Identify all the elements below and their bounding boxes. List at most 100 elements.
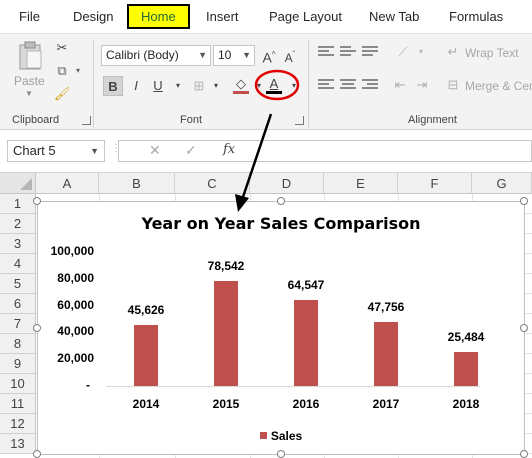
tab-new-tab[interactable]: New Tab: [369, 9, 419, 24]
name-box[interactable]: Chart 5 ▼: [7, 140, 105, 162]
align-left-icon[interactable]: [318, 79, 334, 91]
row-header-10[interactable]: 10: [0, 374, 36, 394]
data-label-2016: 64,547: [287, 277, 325, 292]
resize-handle[interactable]: [277, 450, 285, 458]
x-tick-label-2016: 2016: [292, 397, 320, 411]
tab-page-layout[interactable]: Page Layout: [269, 9, 342, 24]
column-header-f[interactable]: F: [398, 173, 472, 194]
select-all-corner[interactable]: [0, 173, 36, 194]
chevron-down-icon[interactable]: ▾: [284, 76, 304, 96]
cancel-icon[interactable]: ✕: [149, 142, 161, 159]
clipboard-launcher-icon[interactable]: [82, 116, 91, 125]
plot-area[interactable]: 100,000 80,000 60,000 40,000 20,000 - 45,626 20…: [38, 202, 524, 454]
grow-font-button[interactable]: A^: [259, 45, 279, 66]
chevron-down-icon[interactable]: ▾: [411, 42, 431, 62]
row-header-4[interactable]: 4: [0, 254, 36, 274]
column-header-e[interactable]: E: [324, 173, 398, 194]
row-header-2[interactable]: 2: [0, 214, 36, 234]
row-header-11[interactable]: 11: [0, 394, 36, 414]
row-header-9[interactable]: 9: [0, 354, 36, 374]
resize-handle[interactable]: [520, 324, 528, 332]
row-header-6[interactable]: 6: [0, 294, 36, 314]
align-center-icon[interactable]: [340, 79, 356, 91]
font-name-combo[interactable]: Calibri (Body) ▼: [101, 45, 211, 66]
separator: [308, 40, 309, 128]
merge-center-button[interactable]: Merge & Cen: [465, 79, 532, 93]
data-label-2017: 47,756: [367, 300, 405, 314]
bar-2015[interactable]: [214, 280, 238, 386]
shrink-font-button[interactable]: Aˇ: [280, 45, 300, 65]
column-header-a[interactable]: A: [36, 173, 99, 194]
bar-2016[interactable]: [294, 299, 318, 386]
chevron-down-icon[interactable]: ▾: [68, 61, 88, 81]
font-size-combo[interactable]: 10 ▼: [213, 45, 255, 66]
insert-function-button[interactable]: fx: [223, 142, 235, 157]
y-tick-label: 80,000: [57, 270, 94, 285]
alignment-group-label: Alignment: [408, 114, 457, 126]
x-tick-label-2015: 2015: [212, 397, 240, 411]
increase-indent-icon[interactable]: ⇥: [412, 75, 432, 95]
tab-home[interactable]: Home: [127, 4, 190, 29]
data-label-2014: 45,626: [127, 302, 165, 317]
resize-handle[interactable]: [33, 450, 41, 458]
merge-center-icon[interactable]: ⊟: [443, 75, 463, 95]
chevron-down-icon[interactable]: ▼: [90, 146, 99, 156]
font-launcher-icon[interactable]: [295, 116, 304, 125]
font-color-button[interactable]: A: [264, 74, 284, 94]
chevron-down-icon[interactable]: ▾: [206, 76, 226, 96]
confirm-icon[interactable]: ✓: [185, 142, 197, 159]
tab-insert[interactable]: Insert: [206, 9, 239, 24]
align-right-icon[interactable]: [362, 79, 378, 91]
format-painter-icon[interactable]: 🖌: [52, 84, 72, 104]
tab-file[interactable]: File: [19, 9, 40, 24]
row-header-5[interactable]: 5: [0, 274, 36, 294]
column-header-g[interactable]: G: [472, 173, 532, 194]
tab-formulas[interactable]: Formulas: [449, 9, 503, 24]
y-tick-label: 100,000: [50, 244, 94, 258]
resize-handle[interactable]: [520, 197, 528, 205]
row-header-1[interactable]: 1: [0, 194, 36, 214]
italic-button[interactable]: I: [126, 76, 146, 96]
underline-button[interactable]: U: [148, 76, 168, 96]
column-header-c[interactable]: C: [175, 173, 250, 194]
row-header-8[interactable]: 8: [0, 334, 36, 354]
resize-handle[interactable]: [33, 197, 41, 205]
bottom-align-icon[interactable]: [362, 46, 378, 58]
bold-button[interactable]: B: [103, 76, 123, 96]
paste-button[interactable]: Paste ▼: [12, 39, 48, 99]
chevron-down-icon[interactable]: ▾: [168, 76, 188, 96]
row-header-12[interactable]: 12: [0, 414, 36, 434]
decrease-indent-icon[interactable]: ⇤: [390, 75, 410, 95]
y-tick-label: 20,000: [57, 351, 94, 366]
legend-entry-sales: Sales: [270, 429, 303, 443]
formula-input[interactable]: ✕ ✓ fx: [118, 140, 532, 162]
top-align-icon[interactable]: [318, 46, 334, 58]
row-header-13[interactable]: 13: [0, 434, 36, 454]
shrink-font-glyph: A: [284, 51, 293, 65]
formula-bar: Chart 5 ▼ ⋮ ✕ ✓ fx: [0, 130, 532, 173]
row-header-3[interactable]: 3: [0, 234, 36, 254]
chart-legend[interactable]: Sales: [38, 429, 524, 443]
resize-handle[interactable]: [277, 197, 285, 205]
chevron-down-icon[interactable]: ▼: [25, 89, 33, 98]
clipboard-group-label: Clipboard: [12, 114, 60, 126]
orientation-icon[interactable]: ⟋: [393, 42, 413, 62]
column-header-b[interactable]: B: [99, 173, 175, 194]
scissors-icon[interactable]: ✂: [52, 38, 72, 58]
column-header-d[interactable]: D: [250, 173, 324, 194]
bar-2018[interactable]: [454, 351, 478, 386]
wrap-text-button[interactable]: Wrap Text: [465, 46, 519, 60]
row-header-7[interactable]: 7: [0, 314, 36, 334]
wrap-text-icon[interactable]: ↵: [443, 42, 463, 62]
middle-align-icon[interactable]: [340, 46, 356, 58]
resize-handle[interactable]: [520, 450, 528, 458]
bar-2014[interactable]: [134, 324, 158, 386]
resize-handle[interactable]: [33, 324, 41, 332]
bar-2017[interactable]: [374, 322, 398, 386]
fill-color-icon[interactable]: ◇: [231, 74, 251, 94]
font-group-label: Font: [180, 114, 203, 126]
chart-object[interactable]: Year on Year Sales Comparison 100,000 80,…: [37, 201, 525, 455]
data-label-2015: 78,542: [207, 258, 245, 273]
tab-design[interactable]: Design: [73, 9, 113, 24]
chevron-down-icon: ▼: [242, 50, 251, 60]
